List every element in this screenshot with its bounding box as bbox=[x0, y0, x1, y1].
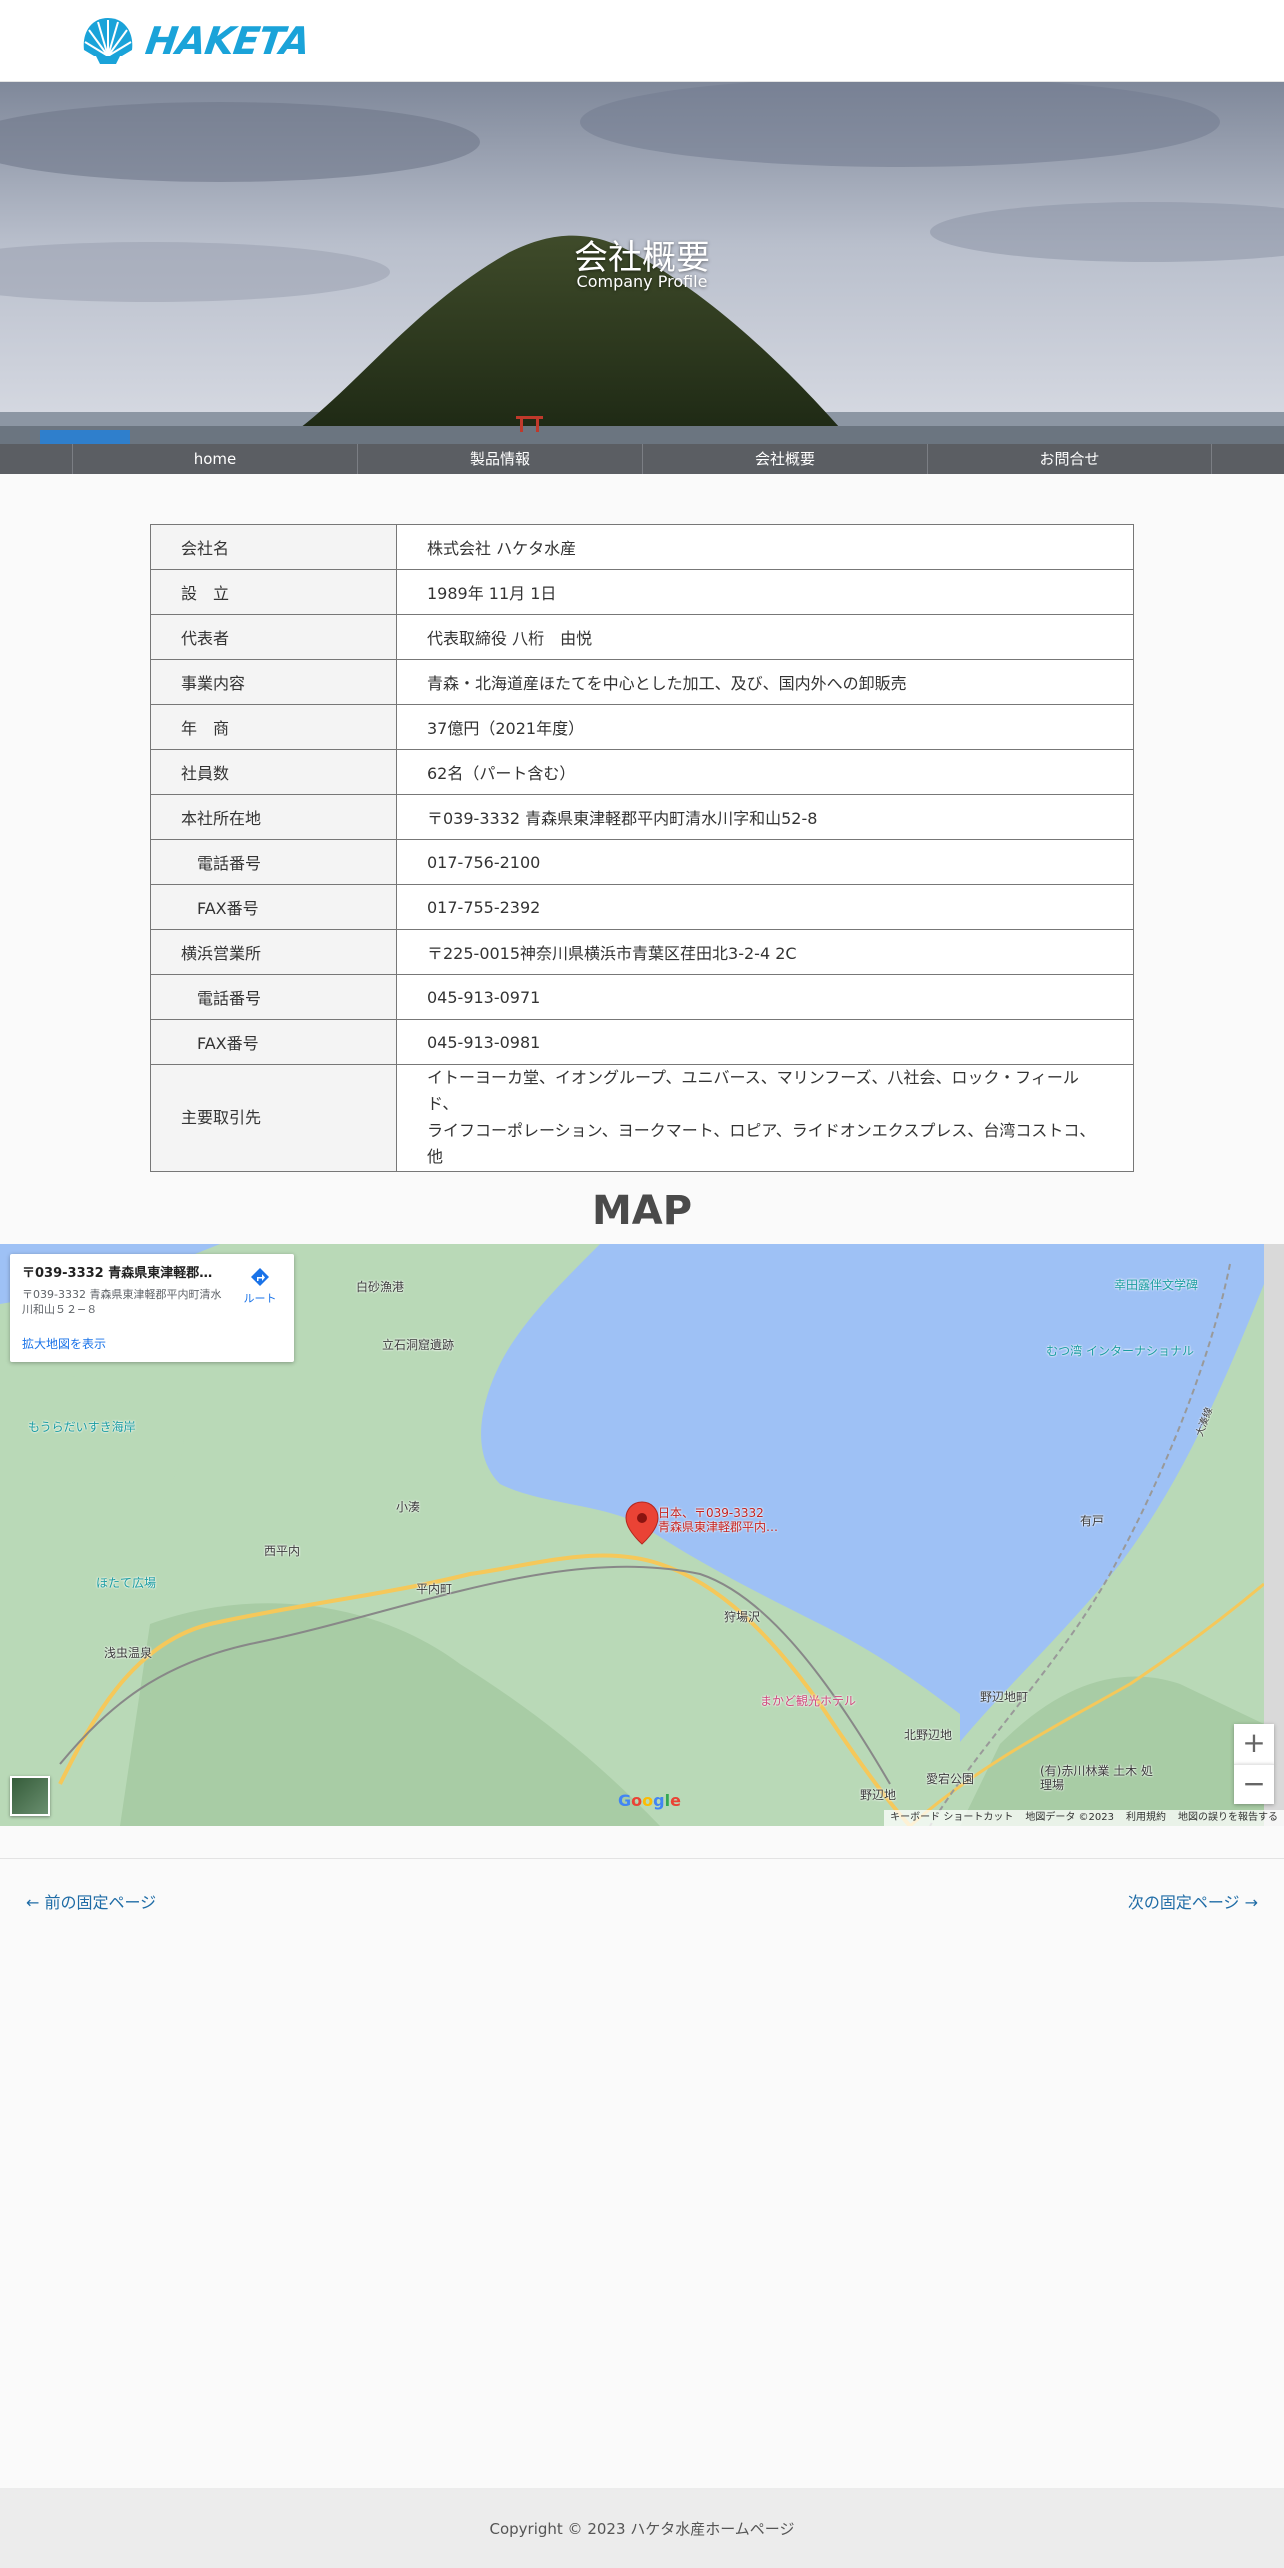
row-value: 045-913-0981 bbox=[396, 1019, 1134, 1065]
row-label: FAX番号 bbox=[150, 1019, 397, 1065]
row-label: FAX番号 bbox=[150, 884, 397, 930]
hero-banner: 会社概要 Company Profile bbox=[0, 82, 1284, 444]
map-label: 狩場沢 bbox=[724, 1610, 761, 1624]
directions-icon bbox=[251, 1268, 269, 1286]
hero-subtitle: Company Profile bbox=[576, 272, 708, 291]
table-row: FAX番号 017-755-2392 bbox=[150, 884, 1134, 930]
directions-label: ルート bbox=[243, 1292, 277, 1305]
map-pin-label: 日本、〒039-3332 青森県東津軽郡平内… bbox=[658, 1506, 778, 1535]
row-value: 017-756-2100 bbox=[396, 839, 1134, 885]
map-pin-label-line: 日本、〒039-3332 bbox=[658, 1506, 764, 1520]
google-map[interactable]: 白砂漁港 立石洞窟遺跡 もうらだいすき海岸 小湊 西平内 平内町 ほたて広場 浅… bbox=[0, 1244, 1284, 1826]
map-layer-toggle[interactable] bbox=[10, 1776, 50, 1816]
row-value: 62名（パート含む） bbox=[396, 749, 1134, 795]
google-logo: Google bbox=[618, 1791, 681, 1810]
row-value: 〒039-3332 青森県東津軽郡平内町清水川字和山52-8 bbox=[396, 794, 1134, 840]
row-value: 045-913-0971 bbox=[396, 974, 1134, 1020]
table-row: 代表者 代表取締役 八桁 由悦 bbox=[150, 614, 1134, 660]
keyboard-shortcuts-link[interactable]: キーボード ショートカット bbox=[890, 1810, 1013, 1826]
map-label: 立石洞窟遺跡 bbox=[382, 1338, 455, 1352]
row-value: 代表取締役 八桁 由悦 bbox=[396, 614, 1134, 660]
zoom-in-button[interactable]: + bbox=[1234, 1724, 1274, 1764]
map-attribution: キーボード ショートカット 地図データ ©2023 利用規約 地図の誤りを報告す… bbox=[884, 1810, 1284, 1826]
nav-item-company[interactable]: 会社概要 bbox=[642, 444, 927, 474]
map-label: ほたて広場 bbox=[96, 1576, 157, 1590]
row-value-line: ライフコーポレーション、ヨークマート、ロピア、ライドオンエクスプレス、台湾コスト… bbox=[427, 1120, 1096, 1167]
row-label: 代表者 bbox=[150, 614, 397, 660]
site-logo[interactable]: HAKETA bbox=[80, 14, 313, 68]
map-label: 白砂漁港 bbox=[356, 1280, 405, 1294]
row-value: 017-755-2392 bbox=[396, 884, 1134, 930]
row-value-line: イトーヨーカ堂、イオングループ、ユニバース、マリンフーズ、八社会、ロック・フィー… bbox=[427, 1068, 1079, 1114]
map-label: もうらだいすき海岸 bbox=[28, 1420, 136, 1434]
table-row: FAX番号 045-913-0981 bbox=[150, 1019, 1134, 1065]
next-page-link[interactable]: 次の固定ページ → bbox=[1128, 1889, 1258, 1913]
terms-link[interactable]: 利用規約 bbox=[1126, 1810, 1166, 1826]
table-row: 会社名 株式会社 ハケタ水産 bbox=[150, 524, 1134, 570]
table-row: 主要取引先 イトーヨーカ堂、イオングループ、ユニバース、マリンフーズ、八社会、ロッ… bbox=[150, 1064, 1134, 1172]
map-card-address: 〒039-3332 青森県東津軽郡平内町清水川和山５２−８ bbox=[22, 1288, 222, 1317]
map-label: 西平内 bbox=[264, 1544, 301, 1558]
row-label: 年 商 bbox=[150, 704, 397, 750]
map-label: 野辺地町 bbox=[980, 1690, 1029, 1704]
table-row: 年 商 37億円（2021年度） bbox=[150, 704, 1134, 750]
map-label: 野辺地 bbox=[860, 1788, 897, 1802]
copyright-text: Copyright © 2023 ハケタ水産ホームページ bbox=[489, 2520, 795, 2538]
report-error-link[interactable]: 地図の誤りを報告する bbox=[1178, 1810, 1278, 1826]
map-label: 北野辺地 bbox=[904, 1728, 953, 1742]
row-label: 事業内容 bbox=[150, 659, 397, 705]
divider bbox=[0, 1858, 1284, 1859]
row-label: 社員数 bbox=[150, 749, 397, 795]
scallop-shell-icon bbox=[83, 18, 133, 64]
logo-text: HAKETA bbox=[142, 19, 313, 63]
map-label: 平内町 bbox=[416, 1582, 453, 1596]
row-label: 設 立 bbox=[150, 569, 397, 615]
row-label: 会社名 bbox=[150, 524, 397, 570]
site-footer: Copyright © 2023 ハケタ水産ホームページ bbox=[0, 2488, 1284, 2568]
map-info-card: 〒039-3332 青森県東津軽郡平内町清水川和山５２−８ 〒039-3332 … bbox=[10, 1254, 294, 1362]
nav-item-products[interactable]: 製品情報 bbox=[357, 444, 642, 474]
row-value: 〒225-0015神奈川県横浜市青葉区荏田北3-2-4 2C bbox=[396, 929, 1134, 975]
nav-item-home[interactable]: home bbox=[72, 444, 357, 474]
prev-page-link[interactable]: ← 前の固定ページ bbox=[26, 1889, 156, 1913]
site-header: HAKETA bbox=[0, 0, 1284, 82]
table-row: 電話番号 017-756-2100 bbox=[150, 839, 1134, 885]
row-label: 本社所在地 bbox=[150, 794, 397, 840]
map-label: 愛宕公園 bbox=[926, 1772, 975, 1786]
table-row: 横浜営業所 〒225-0015神奈川県横浜市青葉区荏田北3-2-4 2C bbox=[150, 929, 1134, 975]
table-row: 本社所在地 〒039-3332 青森県東津軽郡平内町清水川字和山52-8 bbox=[150, 794, 1134, 840]
row-label: 横浜営業所 bbox=[150, 929, 397, 975]
main-nav: home 製品情報 会社概要 お問合せ bbox=[0, 444, 1284, 474]
row-label: 電話番号 bbox=[150, 974, 397, 1020]
map-label: 浅虫温泉 bbox=[104, 1646, 153, 1660]
table-row: 設 立 1989年 11月 1日 bbox=[150, 569, 1134, 615]
map-label: 幸田露伴文学碑 bbox=[1114, 1278, 1199, 1292]
row-value: 1989年 11月 1日 bbox=[396, 569, 1134, 615]
map-label: 有戸 bbox=[1080, 1514, 1105, 1528]
table-row: 事業内容 青森・北海道産ほたてを中心とした加工、及び、国内外への卸販売 bbox=[150, 659, 1134, 705]
row-value: イトーヨーカ堂、イオングループ、ユニバース、マリンフーズ、八社会、ロック・フィー… bbox=[396, 1064, 1134, 1172]
map-label: むつ湾 インターナショナル bbox=[1046, 1344, 1194, 1358]
view-larger-map-link[interactable]: 拡大地図を表示 bbox=[22, 1335, 106, 1352]
row-value: 株式会社 ハケタ水産 bbox=[396, 524, 1134, 570]
zoom-out-button[interactable]: − bbox=[1234, 1764, 1274, 1804]
row-label: 主要取引先 bbox=[150, 1064, 397, 1172]
table-row: 社員数 62名（パート含む） bbox=[150, 749, 1134, 795]
row-value: 37億円（2021年度） bbox=[396, 704, 1134, 750]
map-label: まかど観光ホテル bbox=[760, 1694, 857, 1708]
directions-button[interactable]: ルート bbox=[240, 1266, 280, 1306]
map-pin-label-line: 青森県東津軽郡平内… bbox=[658, 1520, 779, 1535]
map-data-text: 地図データ ©2023 bbox=[1025, 1812, 1114, 1823]
row-value: 青森・北海道産ほたてを中心とした加工、及び、国内外への卸販売 bbox=[396, 659, 1134, 705]
nav-item-contact[interactable]: お問合せ bbox=[927, 444, 1212, 474]
company-profile-table: 会社名 株式会社 ハケタ水産 設 立 1989年 11月 1日 代表者 代表取締役 八… bbox=[150, 524, 1134, 1172]
map-heading: MAP bbox=[591, 1188, 693, 1234]
table-row: 電話番号 045-913-0971 bbox=[150, 974, 1134, 1020]
row-label: 電話番号 bbox=[150, 839, 397, 885]
map-label: (有)赤川林業 土木 処理場 bbox=[1040, 1764, 1153, 1793]
map-card-title: 〒039-3332 青森県東津軽郡平内町清水川和山５２−８ bbox=[22, 1266, 222, 1281]
map-label: 小湊 bbox=[396, 1500, 421, 1514]
